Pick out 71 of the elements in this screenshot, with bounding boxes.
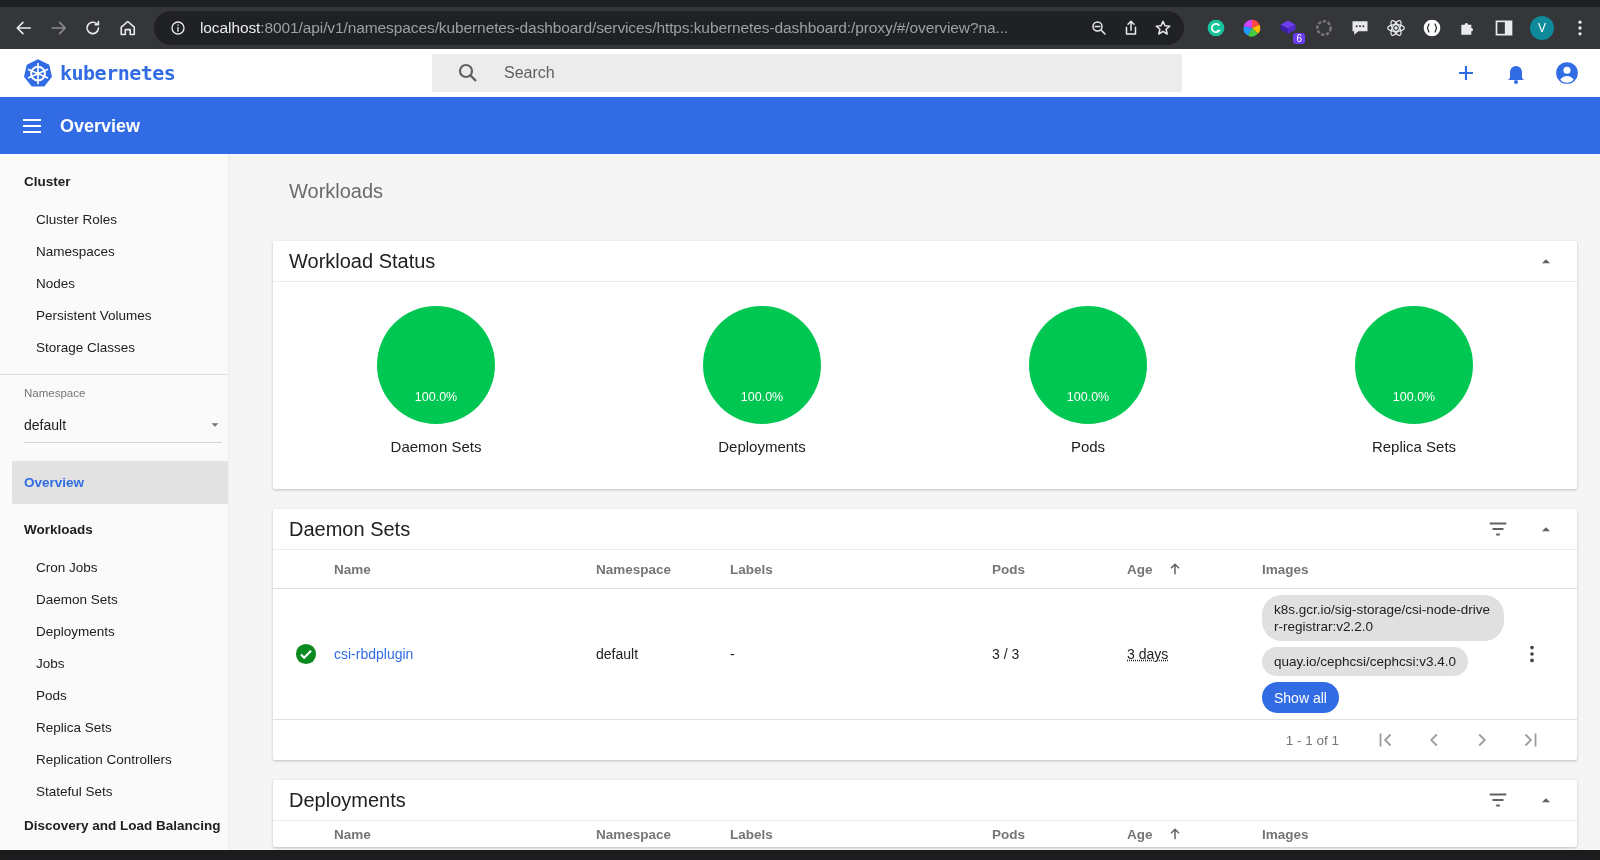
column-header[interactable]: Pods [992,561,1025,577]
chart-label: Replica Sets [1371,438,1457,455]
column-header[interactable]: Images [1262,826,1309,842]
nav-item[interactable]: Replica Sets [0,712,228,744]
page-heading: Overview [60,115,141,137]
nav-heading[interactable]: Cluster [0,166,228,198]
image-chip: k8s.gcr.io/sig-storage/csi-node-driver-registrar:v2.2.0 [1262,595,1504,641]
column-header[interactable]: Name [334,826,371,842]
section-title: Workloads [288,179,385,204]
nav-item[interactable]: Replication Controllers [0,744,228,776]
column-header[interactable]: Images [1262,561,1309,577]
info-icon [170,20,186,36]
card-title: Deployments [289,788,406,812]
table-cell: 3 / 3 [992,646,1020,662]
percent-label: 100.0% [1391,390,1437,404]
url-text: localhost:8001/api/v1/namespaces/kubernetes-dashboard/services/https:kubernetes-dashboard:/proxy/#/overview?na... [200,19,1010,37]
column-header[interactable]: Age [1127,561,1153,577]
percent-label: 100.0% [1065,390,1111,404]
nav-item[interactable]: Persistent Volumes [0,300,228,332]
percent-label: 100.0% [413,390,459,404]
column-header[interactable]: Namespace [596,826,672,842]
profile-avatar[interactable]: V [1530,16,1554,40]
percent-label: 100.0% [739,390,785,404]
logo-text[interactable]: kubernetes [60,61,176,85]
namespace-label: Namespace [23,387,87,399]
extension-badge: 6 [1293,33,1305,44]
column-header[interactable]: Labels [730,826,773,842]
search-field[interactable]: Search [432,54,1182,92]
atom-icon[interactable] [1386,18,1406,38]
nav-item[interactable]: Cluster Roles [0,204,228,236]
column-header[interactable]: Name [334,561,371,577]
table-cell: default [596,646,639,662]
nav-item[interactable]: Jobs [0,648,228,680]
column-header[interactable]: Namespace [596,561,672,577]
column-header[interactable]: Age [1127,826,1153,842]
zoom-icon[interactable] [1090,19,1108,37]
nav-item[interactable]: Pods [0,680,228,712]
show-all-button[interactable]: Show all [1262,682,1339,713]
resource-link[interactable]: csi-rbdplugin [334,646,414,662]
nav-heading[interactable]: Discovery and Load Balancing [0,810,228,842]
card-title: Daemon Sets [289,517,411,541]
chart-label: Daemon Sets [390,438,482,455]
extension-icon[interactable] [1206,18,1226,38]
nav-item[interactable]: Cron Jobs [0,552,228,584]
dashed-ring-icon[interactable] [1314,18,1334,38]
nav-item[interactable]: Stateful Sets [0,776,228,808]
color-wheel-icon[interactable] [1242,18,1262,38]
braces-icon[interactable] [1422,18,1442,38]
nav-item[interactable]: Deployments [0,616,228,648]
star-icon[interactable] [1154,19,1172,37]
chart-label: Deployments [718,438,806,455]
account-icon[interactable] [1554,60,1580,86]
chart-label: Pods [1070,438,1106,455]
pagination-text: 1 - 1 of 1 [1285,732,1339,748]
nav-item[interactable]: Namespaces [0,236,228,268]
helm-wheel-icon[interactable] [23,58,53,88]
image-chip: quay.io/cephcsi/cephcsi:v3.4.0 [1262,647,1469,676]
home-icon[interactable] [117,18,137,38]
nav-heading[interactable]: Workloads [0,514,228,546]
nav-item[interactable]: Daemon Sets [0,584,228,616]
nav-item[interactable]: Storage Classes [0,332,228,364]
nav-item[interactable]: Overview [12,461,228,504]
column-header[interactable]: Pods [992,826,1025,842]
card-title: Workload Status [289,249,436,273]
address-bar[interactable]: localhost:8001/api/v1/namespaces/kubernetes-dashboard/services/https:kubernetes-dashboard:/proxy/#/overview?na... [154,11,1184,45]
age-text: 3 days [1127,646,1169,662]
column-header[interactable]: Labels [730,561,773,577]
namespace-select[interactable]: default [24,417,222,443]
side-panel-icon[interactable] [1494,18,1514,38]
nav-item[interactable]: Nodes [0,268,228,300]
table-cell: - [730,646,735,662]
